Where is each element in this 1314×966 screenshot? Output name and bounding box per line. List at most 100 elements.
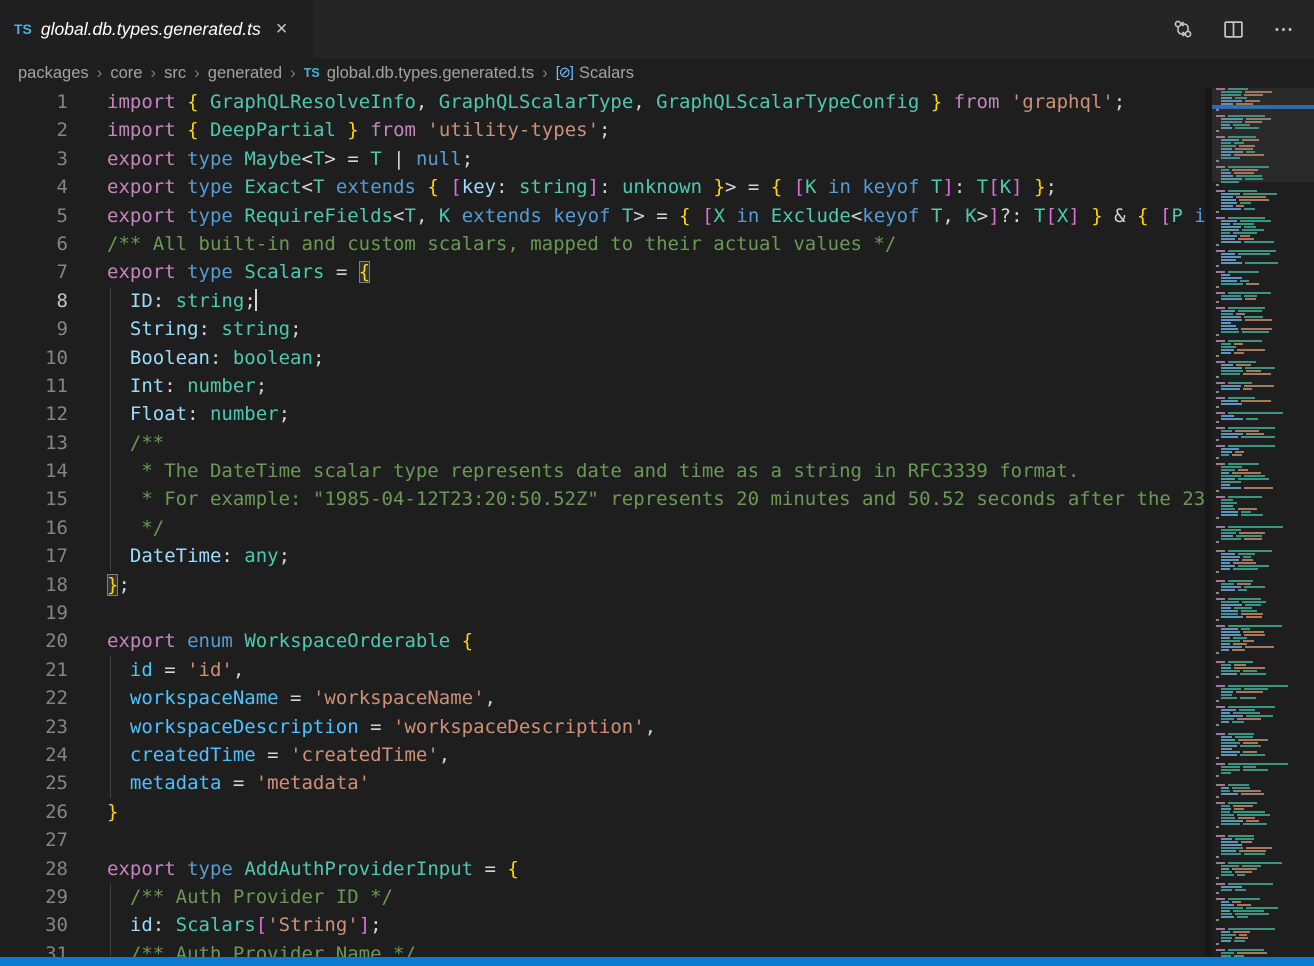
code-line[interactable]: [90, 826, 1205, 854]
code-line[interactable]: /** All built-in and custom scalars, map…: [90, 230, 1205, 258]
code-line[interactable]: import { GraphQLResolveInfo, GraphQLScal…: [90, 88, 1205, 116]
minimap-line: [1212, 490, 1314, 492]
minimap-line: [1212, 652, 1314, 654]
minimap-line: [1212, 727, 1314, 729]
code-line[interactable]: createdTime = 'createdTime',: [90, 741, 1205, 769]
breadcrumb-item-file[interactable]: global.db.types.generated.ts: [327, 64, 534, 83]
minimap-line: [1212, 925, 1314, 927]
breadcrumb-item-symbol[interactable]: Scalars: [579, 64, 634, 83]
minimap-line: [1212, 703, 1314, 705]
code-token: type: [187, 858, 233, 880]
close-icon[interactable]: ×: [276, 19, 288, 39]
more-actions-icon[interactable]: [1272, 18, 1294, 40]
code-line[interactable]: * The DateTime scalar type represents da…: [90, 457, 1205, 485]
editor-tab[interactable]: TS global.db.types.generated.ts ×: [0, 0, 314, 58]
code-area[interactable]: import { GraphQLResolveInfo, GraphQLScal…: [90, 88, 1205, 966]
line-number: 15: [0, 485, 90, 513]
code-line[interactable]: export enum WorkspaceOrderable {: [90, 627, 1205, 655]
minimap-line: [1212, 667, 1314, 669]
breadcrumb-item-src[interactable]: src: [164, 64, 186, 83]
breadcrumb-item-generated[interactable]: generated: [208, 64, 282, 83]
horizontal-scrollbar[interactable]: [0, 957, 1314, 966]
code-line[interactable]: /**: [90, 429, 1205, 457]
minimap-slider[interactable]: [1212, 88, 1314, 182]
code-line[interactable]: */: [90, 514, 1205, 542]
minimap-line: [1212, 331, 1314, 333]
code-token: K: [965, 205, 976, 227]
minimap-line: [1212, 679, 1314, 681]
minimap-line: [1212, 268, 1314, 270]
code-line[interactable]: id = 'id',: [90, 656, 1205, 684]
chevron-right-icon: ›: [542, 63, 548, 83]
minimap[interactable]: [1212, 88, 1314, 966]
minimap-line: [1212, 454, 1314, 456]
code-token: T: [977, 176, 988, 198]
code-line[interactable]: DateTime: any;: [90, 542, 1205, 570]
code-token: =: [736, 176, 770, 198]
code-token: /** All built-in and custom scalars, map…: [107, 233, 896, 255]
code-token: type: [187, 261, 233, 283]
code-line[interactable]: export type Maybe<T> = T | null;: [90, 145, 1205, 173]
minimap-line: [1212, 706, 1314, 708]
minimap-line: [1212, 274, 1314, 276]
code-line[interactable]: export type Exact<T extends { [key: stri…: [90, 173, 1205, 201]
code-line[interactable]: };: [90, 571, 1205, 599]
minimap-line: [1212, 262, 1314, 264]
code-line[interactable]: String: string;: [90, 315, 1205, 343]
minimap-line: [1212, 610, 1314, 612]
code-token: ,: [633, 91, 656, 113]
code-token: ;: [290, 318, 301, 340]
code-token: {: [427, 176, 438, 198]
code-line[interactable]: /** Auth Provider ID */: [90, 883, 1205, 911]
minimap-line: [1212, 937, 1314, 939]
code-line[interactable]: Float: number;: [90, 400, 1205, 428]
code-line[interactable]: id: Scalars['String'];: [90, 911, 1205, 939]
minimap-line: [1212, 862, 1314, 864]
code-line[interactable]: }: [90, 798, 1205, 826]
code-line[interactable]: Int: number;: [90, 372, 1205, 400]
minimap-line: [1212, 580, 1314, 582]
code-token: Maybe: [244, 148, 301, 170]
minimap-line: [1212, 550, 1314, 552]
code-line[interactable]: metadata = 'metadata': [90, 769, 1205, 797]
code-line[interactable]: import { DeepPartial } from 'utility-typ…: [90, 116, 1205, 144]
code-token: import: [107, 119, 176, 141]
vscode-window: TS global.db.types.generated.ts ×: [0, 0, 1314, 966]
code-token: T: [404, 205, 415, 227]
minimap-line: [1212, 307, 1314, 309]
open-changes-icon[interactable]: [1172, 18, 1194, 40]
minimap-line: [1212, 934, 1314, 936]
code-token: :: [187, 403, 210, 425]
code-line[interactable]: export type RequireFields<T, K extends k…: [90, 202, 1205, 230]
minimap-line: [1212, 826, 1314, 828]
breadcrumb-item-core[interactable]: core: [110, 64, 142, 83]
code-token: ]: [942, 176, 953, 198]
minimap-line: [1212, 511, 1314, 513]
code-line[interactable]: workspaceDescription = 'workspaceDescrip…: [90, 713, 1205, 741]
split-editor-icon[interactable]: [1222, 18, 1244, 40]
code-line[interactable]: Boolean: boolean;: [90, 344, 1205, 372]
code-token: export: [107, 858, 176, 880]
breadcrumb-item-packages[interactable]: packages: [18, 64, 89, 83]
code-line[interactable]: ID: string;: [90, 287, 1205, 315]
indent-guide: [110, 457, 111, 485]
code-token: <: [393, 205, 404, 227]
minimap-line: [1212, 907, 1314, 909]
minimap-line: [1212, 808, 1314, 810]
code-line[interactable]: export type Scalars = {: [90, 258, 1205, 286]
code-token: [416, 176, 427, 198]
code-token: [176, 119, 187, 141]
minimap-line: [1212, 664, 1314, 666]
minimap-line: [1212, 520, 1314, 522]
code-token: [: [794, 176, 805, 198]
line-number: 23: [0, 713, 90, 741]
code-line[interactable]: workspaceName = 'workspaceName',: [90, 684, 1205, 712]
code-line[interactable]: export type AddAuthProviderInput = {: [90, 855, 1205, 883]
code-line[interactable]: [90, 599, 1205, 627]
minimap-line: [1212, 202, 1314, 204]
code-token: }: [714, 176, 725, 198]
code-line[interactable]: * For example: "1985-04-12T23:20:50.52Z"…: [90, 485, 1205, 513]
minimap-line: [1212, 721, 1314, 723]
code-token: =: [473, 858, 507, 880]
minimap-line: [1212, 883, 1314, 885]
